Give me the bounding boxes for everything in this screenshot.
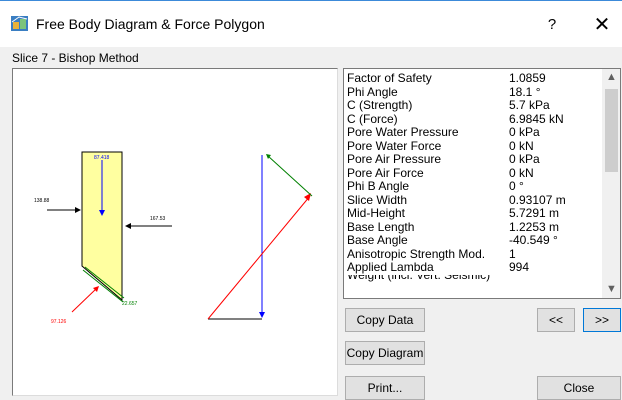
property-value: 0 kN [509,138,534,153]
property-name: Pore Air Pressure [347,152,442,166]
property-row: Base Angle -40.549 ° [347,233,602,248]
slice-label: Slice 7 - Bishop Method [12,51,139,65]
property-name: C (Strength) [347,98,413,112]
property-value: 18.1 ° [509,84,541,99]
property-name: Applied Lambda [347,260,434,274]
previous-slice-button[interactable]: << [537,308,575,332]
property-value: 0 ° [509,179,524,193]
property-name: Mid-Height [347,206,406,220]
property-row: Applied Lambda 994 [347,260,602,275]
property-value: 5.7 kPa [509,98,550,112]
property-value: 994 [509,260,530,274]
property-name: Phi Angle [347,84,398,99]
property-row: C (Strength) 5.7 kPa [347,98,602,113]
property-row: Phi Angle 18.1 ° [347,84,602,100]
property-row: Base Length 1.2253 m [347,219,602,235]
property-name: Pore Water Pressure [347,125,459,139]
property-value: -40.549 ° [509,233,558,247]
copy-data-button[interactable]: Copy Data [345,308,425,332]
print-button[interactable]: Print... [345,376,425,400]
properties-scrollbar[interactable]: ▲ ▼ [602,69,620,298]
close-icon[interactable]: ✕ [590,13,614,37]
app-icon [11,16,28,31]
free-body-diagram: 87.418 138.88 167.53 22.657 97.126 [12,68,338,396]
diagram-canvas: 87.418 138.88 167.53 22.657 97.126 [34,151,313,325]
properties-rows: Factor of Safety 1.0859 Phi Angle 18.1 ° C (… [347,71,602,283]
property-value: 1.0859 [509,71,546,85]
property-value: 0 kPa [509,125,540,139]
scroll-thumb[interactable] [605,89,618,172]
property-value: 0.93107 m [509,192,566,207]
property-row: Mid-Height 5.7291 m [347,206,602,221]
property-value: 1 [509,246,516,261]
property-name: Factor of Safety [347,71,432,85]
property-name: Base Angle [347,233,408,247]
base-normal-arrow [71,287,98,313]
property-row: Anisotropic Strength Mod. 1 [347,246,602,262]
property-row: Pore Air Force 0 kN [347,165,602,181]
property-name: C (Force) [347,111,398,126]
right-force-label: 167.53 [150,216,166,222]
window-title: Free Body Diagram & Force Polygon [36,16,265,32]
help-button[interactable]: ? [540,14,564,36]
scroll-down-icon[interactable]: ▼ [603,281,620,298]
property-name: Anisotropic Strength Mod. [347,246,486,261]
left-force-arrowhead [75,207,81,213]
base-shear-label: 97.126 [51,319,67,325]
property-value: 0 kN [509,165,534,180]
right-force-arrowhead [125,223,131,229]
property-name: Phi B Angle [347,179,410,193]
property-row: C (Force) 6.9845 kN [347,111,602,127]
property-name: Base Length [347,219,415,234]
next-slice-button[interactable]: >> [583,308,621,332]
title-bar: Free Body Diagram & Force Polygon ? ✕ [0,0,622,47]
property-row: Weight (incl. Vert. Seismic)87.418 kN [347,275,602,283]
property-value: 0 kPa [509,152,540,166]
property-row: Pore Water Pressure 0 kPa [347,125,602,140]
slice-properties-list[interactable]: Factor of Safety 1.0859 Phi Angle 18.1 ° C (… [343,68,621,299]
close-button[interactable]: Close [537,376,621,400]
polygon-weight-arrowhead [259,312,265,318]
property-name: Slice Width [347,192,408,207]
copy-diagram-button[interactable]: Copy Diagram [345,341,425,365]
property-row: Pore Water Force 0 kN [347,138,602,154]
property-row: Factor of Safety 1.0859 [347,71,602,86]
polygon-shear-line [267,155,313,197]
base-normal-label: 22.657 [122,301,138,307]
property-name: Pore Water Force [347,138,442,153]
top-force-label: 87.418 [94,155,110,161]
property-value: 1.2253 m [509,219,560,234]
property-value: 6.9845 kN [509,111,564,126]
scroll-up-icon[interactable]: ▲ [603,69,620,86]
property-name: Weight (incl. Vert. Seismic) [347,274,491,282]
property-name: Pore Air Force [347,165,424,180]
property-value: 5.7291 m [509,206,560,220]
property-row: Phi B Angle 0 ° [347,179,602,194]
left-force-label: 138.88 [34,198,50,204]
property-row: Slice Width 0.93107 m [347,192,602,208]
polygon-normal-line [207,195,311,320]
property-row: Pore Air Pressure 0 kPa [347,152,602,167]
